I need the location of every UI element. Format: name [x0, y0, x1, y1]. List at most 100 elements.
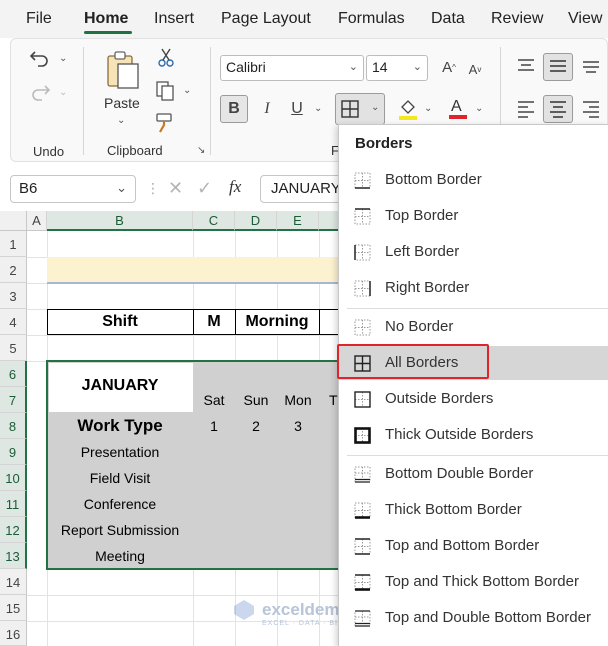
format-painter-icon[interactable] [153, 111, 177, 135]
month-title: JANUARY [81, 377, 159, 394]
tab-insert[interactable]: Insert [154, 10, 194, 28]
shift-name: Morning [245, 313, 309, 330]
italic-icon[interactable]: I [255, 95, 279, 123]
row-header-7[interactable]: 7 [0, 387, 27, 413]
chevron-down-icon: ⌄ [412, 61, 422, 73]
title-band [47, 257, 339, 282]
menu-item-no-border[interactable]: No Border [339, 310, 608, 344]
work-type-item: Meeting [95, 548, 145, 564]
work-type-item: Presentation [80, 444, 160, 460]
chevron-down-icon[interactable]: ⌄ [116, 180, 127, 196]
font-size-combo[interactable]: 14 ⌄ [366, 55, 428, 81]
bottom-align-icon[interactable] [579, 55, 603, 79]
menu-item-top-and-thick-bottom-border[interactable]: Top and Thick Bottom Border [339, 565, 608, 599]
bottom-border-icon [354, 172, 371, 189]
menu-item-label: Top Border [385, 207, 459, 224]
column-header-b[interactable]: B [47, 211, 193, 231]
redo-dropdown-icon[interactable]: ⌄ [59, 87, 67, 98]
menu-item-thick-bottom-border[interactable]: Thick Bottom Border [339, 493, 608, 527]
font-name-combo[interactable]: Calibri ⌄ [220, 55, 364, 81]
underline-icon[interactable]: U [286, 95, 308, 123]
menu-item-thick-outside-borders[interactable]: Thick Outside Borders [339, 418, 608, 452]
date-value: 2 [252, 418, 260, 434]
row-header-6[interactable]: 6 [0, 361, 27, 387]
row-header-8[interactable]: 8 [0, 413, 27, 439]
align-left-icon[interactable] [514, 97, 538, 121]
font-color-icon[interactable]: A [447, 95, 469, 121]
fill-color-icon[interactable] [397, 97, 419, 121]
name-box[interactable]: B6 ⌄ [10, 175, 136, 203]
watermark-tagline: EXCEL · DATA · BI [262, 620, 338, 627]
borders-dropdown-icon[interactable]: ⌄ [371, 102, 379, 113]
shift-label: Shift [102, 313, 138, 330]
menu-item-bottom-double-border[interactable]: Bottom Double Border [339, 457, 608, 491]
menu-item-right-border[interactable]: Right Border [339, 271, 608, 305]
top-and-double-bottom-border-icon [354, 610, 371, 627]
align-right-icon[interactable] [579, 97, 603, 121]
tab-file[interactable]: File [26, 10, 52, 28]
row-header-5[interactable]: 5 [0, 335, 27, 361]
copy-dropdown-icon[interactable]: ⌄ [183, 85, 191, 96]
select-all-corner[interactable] [0, 211, 27, 231]
row-header-4[interactable]: 4 [0, 309, 27, 335]
menu-item-left-border[interactable]: Left Border [339, 235, 608, 269]
menu-item-top-border[interactable]: Top Border [339, 199, 608, 233]
column-header-e[interactable]: E [277, 211, 319, 231]
undo-dropdown-icon[interactable]: ⌄ [59, 53, 67, 64]
decrease-font-size-icon[interactable]: Av [465, 59, 485, 79]
tab-data[interactable]: Data [431, 10, 465, 28]
fill-color-dropdown-icon[interactable]: ⌄ [424, 103, 432, 114]
column-header-f[interactable] [319, 211, 339, 231]
row-header-1[interactable]: 1 [0, 231, 27, 257]
menu-item-bottom-border[interactable]: Bottom Border [339, 163, 608, 197]
insert-function-button[interactable]: fx [229, 177, 241, 197]
cut-icon[interactable] [155, 47, 177, 69]
top-align-icon[interactable] [514, 55, 538, 79]
name-box-value: B6 [19, 180, 38, 197]
row-header-10[interactable]: 10 [0, 465, 27, 491]
row-header-2[interactable]: 2 [0, 257, 27, 283]
underline-dropdown-icon[interactable]: ⌄ [314, 103, 322, 114]
tab-review[interactable]: Review [491, 10, 543, 28]
column-header-c[interactable]: C [193, 211, 235, 231]
row-header-3[interactable]: 3 [0, 283, 27, 309]
redo-icon[interactable] [27, 79, 53, 105]
row-header-14[interactable]: 14 [0, 569, 27, 595]
row-header-13[interactable]: 13 [0, 543, 27, 569]
increase-font-size-icon[interactable]: A ^ [439, 57, 459, 77]
right-border-icon [354, 280, 371, 297]
cancel-icon[interactable]: ✕ [168, 178, 183, 199]
paste-icon[interactable] [103, 47, 143, 91]
font-size-value: 14 [372, 59, 388, 75]
row-header-15[interactable]: 15 [0, 595, 27, 621]
all-borders-icon [341, 100, 359, 118]
thick-outside-borders-icon [354, 427, 371, 444]
left-border-icon [354, 244, 371, 261]
formula-bar-grip-icon: ⋮ [146, 180, 160, 196]
row-header-16[interactable]: 16 [0, 621, 27, 646]
day-label: Sun [243, 392, 269, 408]
tab-home[interactable]: Home [84, 10, 128, 28]
column-header-d[interactable]: D [235, 211, 277, 231]
menu-item-top-and-double-bottom-border[interactable]: Top and Double Bottom Border [339, 601, 608, 635]
undo-icon[interactable] [27, 45, 53, 71]
menu-item-top-and-bottom-border[interactable]: Top and Bottom Border [339, 529, 608, 563]
menu-item-outside-borders[interactable]: Outside Borders [339, 382, 608, 416]
column-header-a[interactable]: A [27, 211, 47, 231]
tab-view[interactable]: View [568, 10, 602, 28]
chevron-down-icon: ⌄ [348, 61, 358, 73]
enter-check-icon[interactable]: ✓ [197, 178, 212, 199]
tab-page-layout[interactable]: Page Layout [221, 10, 311, 28]
paste-dropdown-icon[interactable]: ⌄ [117, 115, 125, 126]
group-divider [83, 47, 84, 155]
paste-button[interactable]: Paste [104, 95, 140, 111]
row-header-12[interactable]: 12 [0, 517, 27, 543]
row-header-11[interactable]: 11 [0, 491, 27, 517]
clipboard-launcher-icon[interactable]: ↘ [197, 145, 205, 156]
tab-formulas[interactable]: Formulas [338, 10, 405, 28]
copy-icon[interactable] [153, 79, 177, 103]
row-header-9[interactable]: 9 [0, 439, 27, 465]
svg-text:A: A [451, 98, 462, 115]
work-type-item: Conference [83, 496, 157, 512]
font-color-dropdown-icon[interactable]: ⌄ [475, 103, 483, 114]
